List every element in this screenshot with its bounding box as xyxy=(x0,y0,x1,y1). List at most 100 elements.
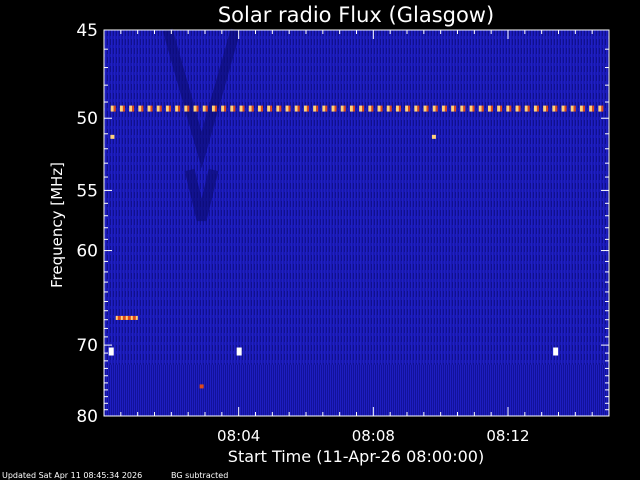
emission-spot xyxy=(236,347,242,356)
periodic-emission-dot xyxy=(349,105,353,112)
periodic-emission-edge xyxy=(536,105,539,112)
periodic-emission-dot xyxy=(552,105,556,112)
periodic-emission-dot xyxy=(239,105,243,112)
periodic-emission-dot xyxy=(506,105,510,112)
periodic-emission-edge xyxy=(463,105,466,112)
periodic-emission-edge xyxy=(168,105,171,112)
periodic-emission-dot xyxy=(497,105,501,112)
periodic-emission-edge xyxy=(555,105,558,112)
periodic-emission-edge xyxy=(573,105,576,112)
periodic-emission-dot xyxy=(515,105,519,112)
periodic-emission-dot xyxy=(460,105,464,112)
periodic-emission-dot xyxy=(570,105,574,112)
periodic-emission-dot xyxy=(368,105,372,112)
periodic-emission-dot xyxy=(423,105,427,112)
periodic-emission-dot xyxy=(175,105,179,112)
periodic-emission-edge xyxy=(389,105,392,112)
periodic-emission-dot xyxy=(230,105,234,112)
periodic-emission-dot xyxy=(211,105,215,112)
processing-mode: BG subtracted xyxy=(171,471,228,480)
periodic-emission-edge xyxy=(472,105,475,112)
periodic-emission-dot xyxy=(414,105,418,112)
periodic-emission-edge xyxy=(509,105,512,112)
periodic-emission-edge xyxy=(122,105,125,112)
periodic-emission-dot xyxy=(285,105,289,112)
periodic-emission-edge xyxy=(288,105,291,112)
periodic-emission-edge xyxy=(435,105,438,112)
periodic-emission-dot xyxy=(377,105,381,112)
periodic-emission-edge xyxy=(518,105,521,112)
periodic-emission-edge xyxy=(582,105,585,112)
updated-timestamp: Updated Sat Apr 11 08:45:34 2026 xyxy=(2,471,142,480)
periodic-emission-edge xyxy=(242,105,245,112)
periodic-emission-edge xyxy=(362,105,365,112)
periodic-emission-edge xyxy=(564,105,567,112)
periodic-emission-edge xyxy=(527,105,530,112)
x-axis-label: Start Time (11-Apr-26 08:00:00) xyxy=(228,447,484,466)
periodic-emission-dot xyxy=(221,105,225,112)
periodic-emission-edge xyxy=(316,105,319,112)
periodic-emission-dot xyxy=(147,105,151,112)
emission-spot xyxy=(553,347,559,356)
periodic-emission-dot xyxy=(129,105,133,112)
periodic-emission-dot xyxy=(589,105,593,112)
periodic-emission-edge xyxy=(178,105,181,112)
spectrogram-lower-band xyxy=(104,364,609,416)
periodic-emission-edge xyxy=(454,105,457,112)
periodic-emission-edge xyxy=(279,105,282,112)
periodic-emission-edge xyxy=(270,105,273,112)
periodic-emission-dot xyxy=(451,105,455,112)
periodic-emission-edge xyxy=(260,105,263,112)
periodic-emission-dot xyxy=(543,105,547,112)
periodic-emission-edge xyxy=(187,105,190,112)
periodic-emission-dot xyxy=(184,105,188,112)
plot-area xyxy=(103,28,610,417)
periodic-emission-edge xyxy=(490,105,493,112)
periodic-emission-dot xyxy=(331,105,335,112)
periodic-emission-edge xyxy=(426,105,429,112)
emission-band-highlight xyxy=(130,315,133,320)
periodic-emission-dot xyxy=(248,105,252,112)
periodic-emission-edge xyxy=(233,105,236,112)
periodic-emission-edge xyxy=(196,105,199,112)
periodic-emission-dot xyxy=(340,105,344,112)
emission-spot xyxy=(199,384,204,389)
periodic-emission-edge xyxy=(343,105,346,112)
y-axis-label: Frequency [MHz] xyxy=(48,162,66,288)
chart-title: Solar radio Flux (Glasgow) xyxy=(218,3,494,27)
periodic-emission-dot xyxy=(487,105,491,112)
periodic-emission-dot xyxy=(322,105,326,112)
periodic-emission-dot xyxy=(165,105,169,112)
periodic-emission-dot xyxy=(598,105,602,112)
periodic-emission-edge xyxy=(205,105,208,112)
periodic-emission-edge xyxy=(500,105,503,112)
periodic-emission-edge xyxy=(371,105,374,112)
periodic-emission-edge xyxy=(251,105,254,112)
periodic-emission-dot xyxy=(313,105,317,112)
y-tick-label: 80 xyxy=(76,407,98,427)
y-tick-label: 50 xyxy=(76,109,98,129)
periodic-emission-dot xyxy=(138,105,142,112)
periodic-emission-edge xyxy=(444,105,447,112)
emission-band-highlight xyxy=(135,315,138,320)
periodic-emission-edge xyxy=(141,105,144,112)
periodic-emission-dot xyxy=(432,105,436,112)
chart-svg: 45 50 55 60 70 80 08:04 08:08 08:12 Solar radio… xyxy=(2,3,610,480)
periodic-emission-dot xyxy=(386,105,390,112)
periodic-emission-edge xyxy=(150,105,153,112)
periodic-emission-edge xyxy=(352,105,355,112)
periodic-emission-edge xyxy=(325,105,328,112)
periodic-emission-edge xyxy=(592,105,595,112)
periodic-emission-edge xyxy=(380,105,383,112)
periodic-emission-edge xyxy=(408,105,411,112)
periodic-emission-edge xyxy=(159,105,162,112)
periodic-emission-dot xyxy=(267,105,271,112)
periodic-emission-dot xyxy=(524,105,528,112)
periodic-emission-edge xyxy=(546,105,549,112)
periodic-emission-edge xyxy=(224,105,227,112)
periodic-emission-dot xyxy=(202,105,206,112)
x-tick-label: 08:12 xyxy=(486,427,529,445)
periodic-emission-dot xyxy=(110,105,114,112)
emission-band-highlight xyxy=(125,315,128,320)
periodic-emission-dot xyxy=(276,105,280,112)
